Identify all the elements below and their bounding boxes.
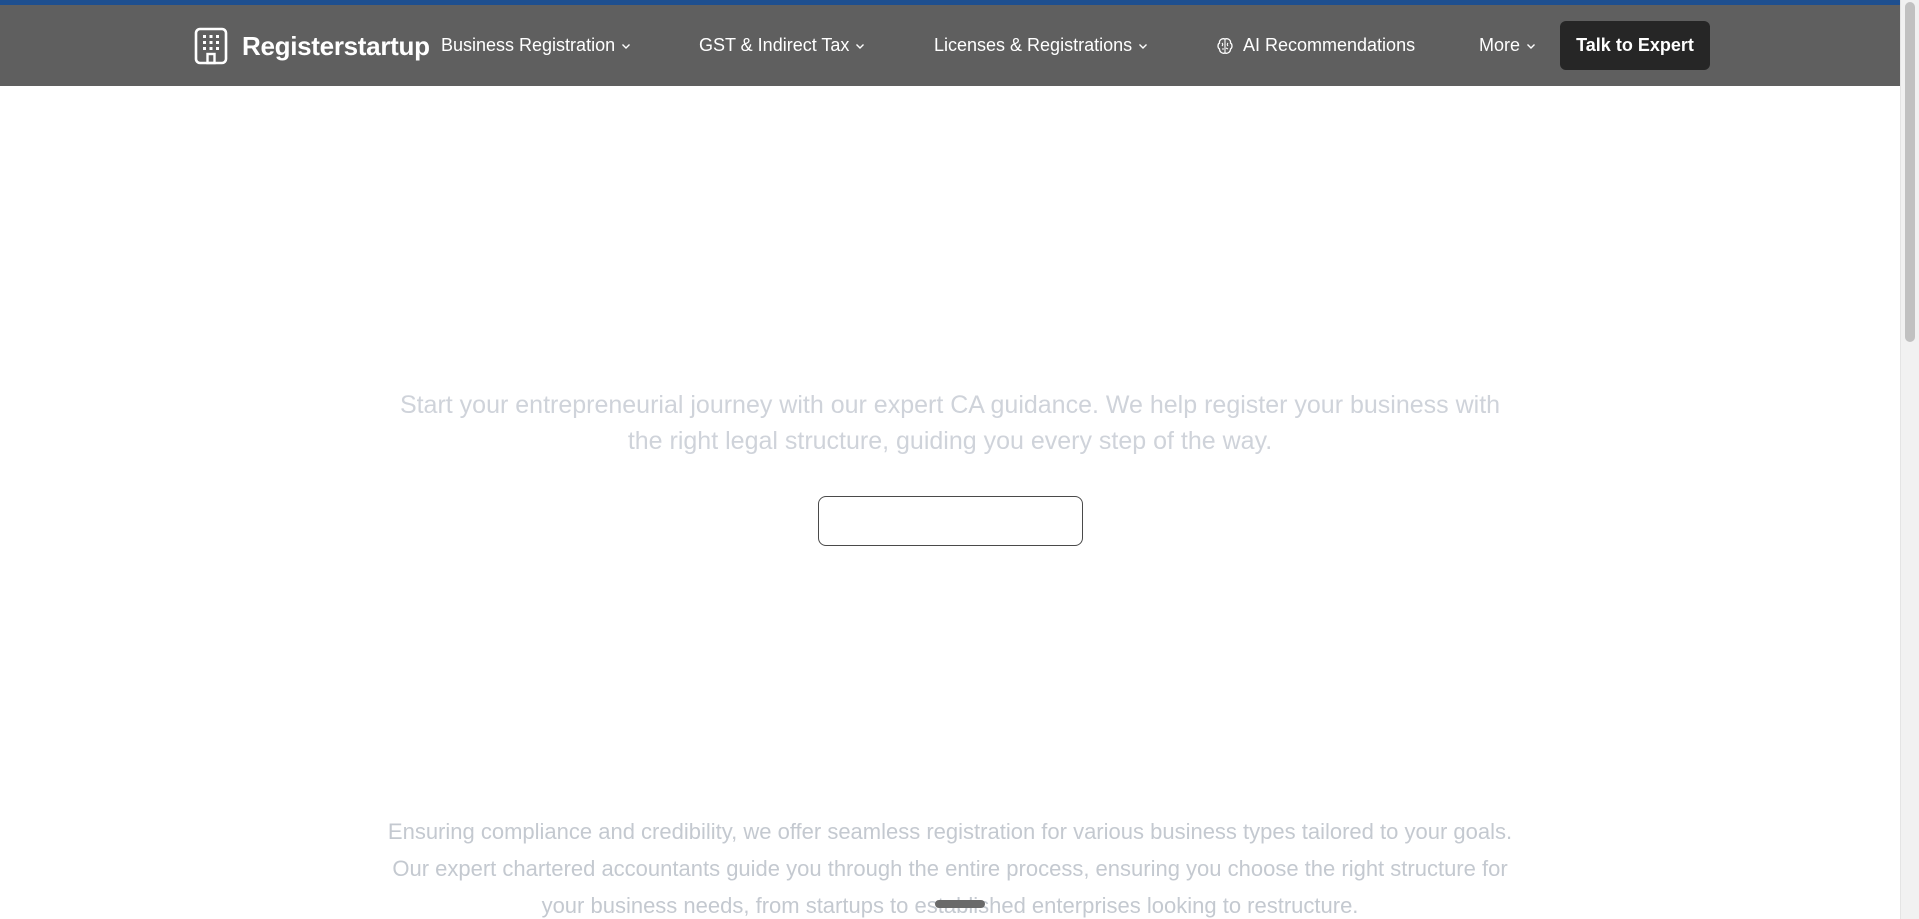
nav-more-label: More	[1479, 35, 1521, 55]
hero-cta-button[interactable]	[818, 496, 1083, 546]
brand-logo-link[interactable]: Registerstartup	[194, 27, 430, 65]
scrollbar-thumb[interactable]	[1905, 2, 1915, 342]
nav-business-registration-label: Business Registration	[441, 35, 616, 55]
chevron-down-icon	[856, 43, 865, 49]
nav-gst-indirect-tax-label: GST & Indirect Tax	[699, 35, 850, 55]
nav-licenses-registrations-label: Licenses & Registrations	[934, 35, 1133, 55]
nav-gst-indirect-tax[interactable]: GST & Indirect Tax	[699, 35, 865, 56]
talk-to-expert-button[interactable]: Talk to Expert	[1560, 21, 1710, 70]
chevron-down-icon	[1527, 43, 1536, 49]
brand-name: Registerstartup	[242, 30, 430, 61]
chevron-down-icon	[622, 43, 631, 49]
nav-licenses-registrations[interactable]: Licenses & Registrations	[934, 35, 1148, 56]
building-icon	[194, 27, 228, 65]
nav-business-registration[interactable]: Business Registration	[441, 35, 631, 56]
vertical-scrollbar[interactable]	[1900, 0, 1919, 919]
nav-ai-recommendations[interactable]: AI Recommendations	[1215, 35, 1415, 56]
hero-subtitle: Start your entrepreneurial journey with …	[399, 391, 1501, 455]
nav-more[interactable]: More	[1479, 35, 1536, 56]
scroll-indicator	[935, 900, 985, 908]
page: Registerstartup Business Registration GS…	[0, 0, 1919, 919]
navbar: Registerstartup Business Registration GS…	[0, 5, 1900, 86]
brain-icon	[1217, 37, 1233, 54]
nav-ai-recommendations-label: AI Recommendations	[1243, 35, 1416, 55]
chevron-down-icon	[1139, 43, 1148, 49]
